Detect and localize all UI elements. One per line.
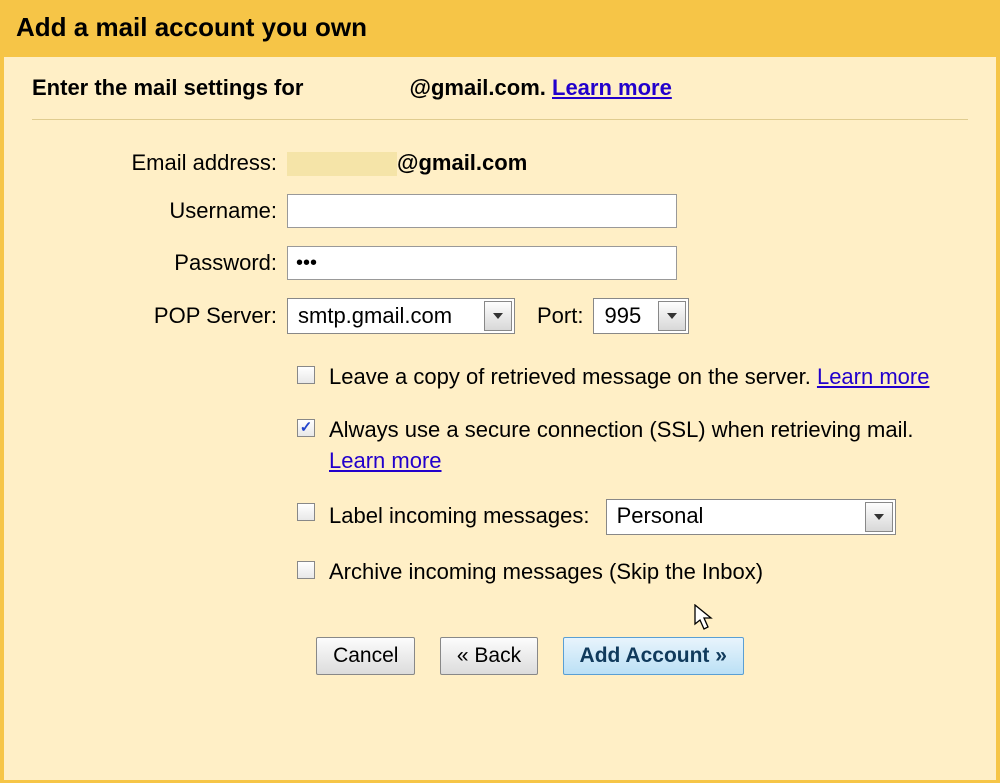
learn-more-link[interactable]: Learn more bbox=[329, 448, 442, 473]
chevron-down-icon[interactable] bbox=[484, 301, 512, 331]
archive-row: Archive incoming messages (Skip the Inbo… bbox=[92, 557, 968, 588]
label-incoming-checkbox[interactable] bbox=[297, 503, 315, 521]
redacted-email-local bbox=[310, 78, 410, 100]
label-incoming-label: Label incoming messages: Personal bbox=[329, 499, 896, 535]
password-input[interactable] bbox=[287, 246, 677, 280]
server-row: POP Server: smtp.gmail.com Port: 995 bbox=[92, 298, 968, 334]
leave-copy-checkbox[interactable] bbox=[297, 366, 315, 384]
chevron-down-icon[interactable] bbox=[658, 301, 686, 331]
leave-copy-label: Leave a copy of retrieved message on the… bbox=[329, 362, 929, 393]
label-incoming-row: Label incoming messages: Personal bbox=[92, 499, 968, 535]
archive-label: Archive incoming messages (Skip the Inbo… bbox=[329, 557, 763, 588]
ssl-row: Always use a secure connection (SSL) whe… bbox=[92, 415, 968, 477]
title-bar: Add a mail account you own bbox=[4, 4, 996, 57]
password-label: Password: bbox=[92, 250, 287, 276]
username-label: Username: bbox=[92, 198, 287, 224]
email-domain: @gmail.com bbox=[397, 150, 527, 175]
pop-server-label: POP Server: bbox=[92, 303, 287, 329]
label-select-value: Personal bbox=[607, 501, 714, 532]
subtitle: Enter the mail settings for @gmail.com. … bbox=[32, 75, 968, 120]
port-value: 995 bbox=[594, 303, 651, 329]
chevron-down-icon[interactable] bbox=[865, 502, 893, 532]
password-row: Password: bbox=[92, 246, 968, 280]
email-value: @gmail.com bbox=[287, 150, 527, 176]
label-select[interactable]: Personal bbox=[606, 499, 896, 535]
form: Email address: @gmail.com Username: Pass… bbox=[32, 150, 968, 675]
redacted-email-local-form bbox=[287, 152, 397, 176]
pop-server-value: smtp.gmail.com bbox=[288, 303, 462, 329]
port-select[interactable]: 995 bbox=[593, 298, 689, 334]
ssl-label: Always use a secure connection (SSL) whe… bbox=[329, 415, 914, 477]
learn-more-link[interactable]: Learn more bbox=[817, 364, 930, 389]
leave-copy-row: Leave a copy of retrieved message on the… bbox=[92, 362, 968, 393]
pop-server-select[interactable]: smtp.gmail.com bbox=[287, 298, 515, 334]
email-label: Email address: bbox=[92, 150, 287, 176]
cancel-button[interactable]: Cancel bbox=[316, 637, 415, 675]
username-input[interactable] bbox=[287, 194, 677, 228]
subtitle-prefix: Enter the mail settings for bbox=[32, 75, 310, 100]
button-row: Cancel « Back Add Account » bbox=[92, 637, 968, 675]
username-row: Username: bbox=[92, 194, 968, 228]
dialog-title: Add a mail account you own bbox=[16, 12, 984, 43]
back-button[interactable]: « Back bbox=[440, 637, 538, 675]
options-group: Leave a copy of retrieved message on the… bbox=[92, 362, 968, 587]
email-row: Email address: @gmail.com bbox=[92, 150, 968, 176]
subtitle-email-domain: @gmail.com. bbox=[410, 75, 546, 100]
add-account-button[interactable]: Add Account » bbox=[563, 637, 744, 675]
learn-more-link[interactable]: Learn more bbox=[552, 75, 672, 100]
add-mail-account-dialog: Add a mail account you own Enter the mai… bbox=[0, 0, 1000, 783]
port-label: Port: bbox=[537, 303, 583, 329]
archive-checkbox[interactable] bbox=[297, 561, 315, 579]
ssl-checkbox[interactable] bbox=[297, 419, 315, 437]
dialog-content: Enter the mail settings for @gmail.com. … bbox=[4, 57, 996, 780]
